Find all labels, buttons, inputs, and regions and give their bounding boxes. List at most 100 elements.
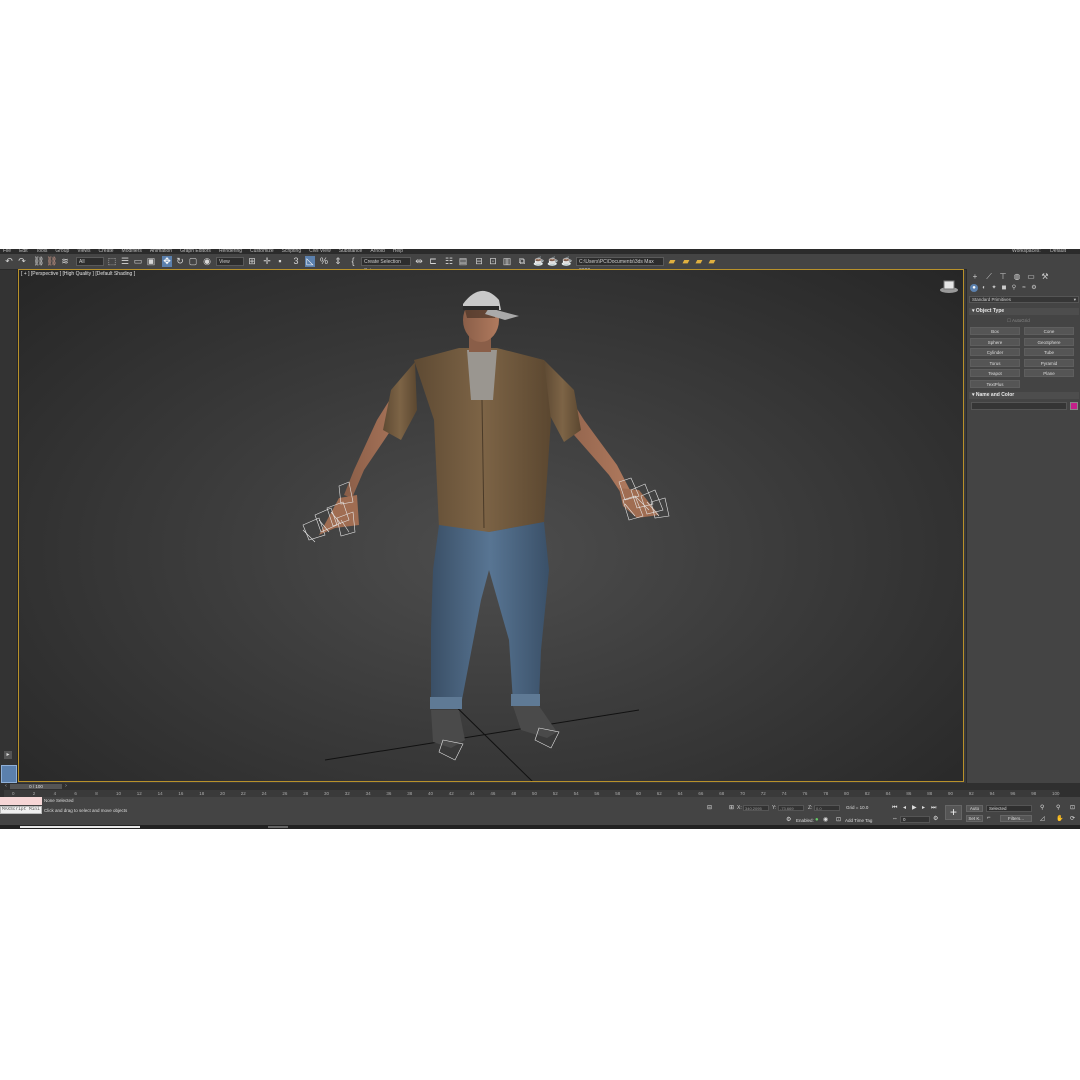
orbit-icon[interactable]: ⟳ [1070, 816, 1075, 822]
spinner-snap-icon[interactable]: ⇕ [333, 256, 343, 267]
undo-icon[interactable]: ↶ [4, 256, 14, 267]
project-folder-icon[interactable]: ▰ [681, 256, 691, 267]
create-teapot-button[interactable]: Teapot [970, 369, 1020, 377]
play-icon[interactable]: ▶ [912, 805, 917, 811]
auto-key-button[interactable]: Auto [966, 805, 983, 812]
next-frame-icon[interactable]: ▸ [922, 805, 925, 811]
spacewarps-icon[interactable]: ≈ [1020, 284, 1028, 292]
hierarchy-tab-icon[interactable]: ⊤ [998, 272, 1008, 281]
go-to-end-icon[interactable]: ⏭ [931, 805, 936, 811]
place-icon[interactable]: ◉ [202, 256, 212, 267]
key-tangent-icon[interactable]: ⌐ [987, 815, 991, 821]
zoom-icon[interactable]: ⚲ [1040, 805, 1044, 811]
previous-frame-icon[interactable]: ◂ [903, 805, 906, 811]
go-to-start-icon[interactable]: ⏮ [892, 805, 897, 811]
set-key-plus-button[interactable]: + [945, 805, 962, 820]
add-time-tag-icon[interactable]: ⊡ [836, 817, 841, 823]
time-slider-prev-icon[interactable]: ‹ [3, 784, 9, 789]
keyboard-shortcut-icon[interactable]: ▪ [275, 256, 285, 267]
render-production-icon[interactable]: ☕ [547, 256, 558, 267]
set-key-button[interactable]: Set K. [966, 815, 983, 822]
x-coordinate-field[interactable]: 340.2095 [743, 805, 769, 811]
create-geosphere-button[interactable]: GeoSphere [1024, 337, 1074, 346]
edit-named-selection-icon[interactable]: { [348, 256, 358, 267]
create-plane-button[interactable]: Plane [1024, 369, 1074, 377]
layer-explorer-icon[interactable]: ☷ [444, 256, 454, 267]
time-slider[interactable]: 0 / 100 [10, 784, 62, 789]
create-pyramid-button[interactable]: Pyramid [1024, 358, 1074, 367]
create-cylinder-button[interactable]: Cylinder [970, 348, 1020, 356]
schematic-view-icon[interactable]: ⊡ [488, 256, 498, 267]
key-mode-icon[interactable]: ⇔ [892, 816, 898, 822]
snap-toggle-icon[interactable]: 3 [291, 256, 301, 267]
window-crossing-icon[interactable]: ▣ [146, 256, 156, 267]
lights-icon[interactable]: ✦ [990, 284, 998, 292]
bind-spacewarp-icon[interactable]: ≋ [60, 256, 70, 267]
systems-icon[interactable]: ⚙ [1030, 284, 1038, 292]
create-torus-button[interactable]: Torus [970, 358, 1020, 367]
material-editor-icon[interactable]: ▥ [502, 256, 512, 267]
time-configuration-icon[interactable]: ⚙ [933, 816, 938, 822]
absolute-mode-icon[interactable]: ⊞ [729, 805, 734, 811]
helpers-icon[interactable]: ⚲ [1010, 284, 1018, 292]
motion-tab-icon[interactable]: ◍ [1012, 272, 1022, 281]
cameras-icon[interactable]: ◼ [1000, 284, 1008, 292]
set-project-folder-icon[interactable]: ▰ [694, 256, 704, 267]
key-filters-button[interactable]: Filters... [1000, 815, 1032, 822]
folder-icon[interactable]: ▰ [707, 256, 717, 267]
field-of-view-icon[interactable]: ◿ [1040, 816, 1045, 822]
select-object-icon[interactable]: ⬚ [107, 256, 117, 267]
rect-selection-icon[interactable]: ▭ [133, 256, 143, 267]
name-color-rollout-header[interactable]: ▾ Name and Color [969, 392, 1079, 399]
percent-snap-icon[interactable]: % [319, 256, 329, 267]
maxscript-listener-output[interactable] [0, 797, 42, 805]
create-sphere-button[interactable]: Sphere [970, 337, 1020, 346]
maxscript-mini-listener[interactable]: MAXScript Mini [0, 806, 42, 814]
expand-arrow-icon[interactable]: ▸ [4, 751, 12, 759]
isolate-selection-icon[interactable]: ⊟ [707, 805, 712, 811]
enabled-indicator-icon[interactable]: ● [815, 817, 819, 823]
create-cone-button[interactable]: Cone [1024, 327, 1074, 335]
render-frame-window-icon[interactable]: ☕ [533, 256, 544, 267]
create-tab-plus-icon[interactable]: + [970, 272, 980, 281]
utilities-tab-icon[interactable]: ⚒ [1040, 272, 1050, 281]
align-icon[interactable]: ⊏ [428, 256, 438, 267]
zoom-extents-icon[interactable]: ⊡ [1070, 805, 1075, 811]
curve-editor-icon[interactable]: ⊟ [474, 256, 484, 267]
object-name-field[interactable] [971, 402, 1067, 410]
project-folder-dropdown[interactable]: C:\Users\PC\Documents\3ds Max 2022 [576, 257, 664, 274]
adaptive-degradation-icon[interactable]: ⚙ [786, 817, 791, 823]
rotate-icon[interactable]: ↻ [175, 256, 185, 267]
add-time-tag[interactable]: Add Time Tag [845, 818, 872, 823]
mirror-icon[interactable]: ⇹ [414, 256, 424, 267]
time-tag-icon[interactable]: ◉ [823, 817, 828, 823]
scale-icon[interactable]: ▢ [188, 256, 198, 267]
select-manipulate-icon[interactable]: ✛ [262, 256, 272, 267]
selection-filter-dropdown[interactable]: All [76, 257, 104, 266]
redo-icon[interactable]: ↷ [17, 256, 27, 267]
timeline-track[interactable]: 0 2 4 6 8 10 12 14 16 18 20 22 24 26 28 30 32 34 36 38 40 42 4… [4, 790, 1060, 797]
pan-view-icon[interactable]: ✋ [1056, 816, 1063, 822]
create-selection-set-dropdown[interactable]: Create Selection Set [361, 257, 411, 274]
link-icon[interactable]: ⛓ [33, 256, 44, 267]
move-icon[interactable]: ✥ [162, 256, 172, 267]
viewport-layout-button[interactable] [1, 765, 17, 783]
z-coordinate-field[interactable]: 0.0 [814, 805, 840, 811]
modify-tab-icon[interactable]: ⟋ [984, 272, 994, 281]
perspective-viewport[interactable]: [ + ] [Perspective ] [High Quality ] [De… [18, 269, 964, 782]
geometry-icon[interactable]: ● [970, 284, 978, 292]
select-by-name-icon[interactable]: ☰ [120, 256, 130, 267]
zoom-all-icon[interactable]: ⚲ [1056, 805, 1060, 811]
autogrid-checkbox[interactable]: ☐ AutoGrid [1007, 318, 1030, 324]
category-dropdown[interactable]: Standard Primitives ▾ [969, 296, 1079, 303]
create-textplus-button[interactable]: TextPlus [970, 379, 1020, 388]
render-setup-icon[interactable]: ⧉ [517, 256, 527, 267]
create-box-button[interactable]: Box [970, 327, 1020, 335]
object-color-swatch[interactable] [1070, 402, 1078, 410]
current-frame-field[interactable]: 0 [900, 816, 930, 823]
pivot-center-icon[interactable]: ⊞ [247, 256, 257, 267]
time-slider-next-icon[interactable]: › [63, 784, 69, 789]
y-coordinate-field[interactable]: -73.669 [778, 805, 804, 811]
key-filter-selection-dropdown[interactable]: Selected [986, 805, 1032, 812]
create-tube-button[interactable]: Tube [1024, 348, 1074, 356]
